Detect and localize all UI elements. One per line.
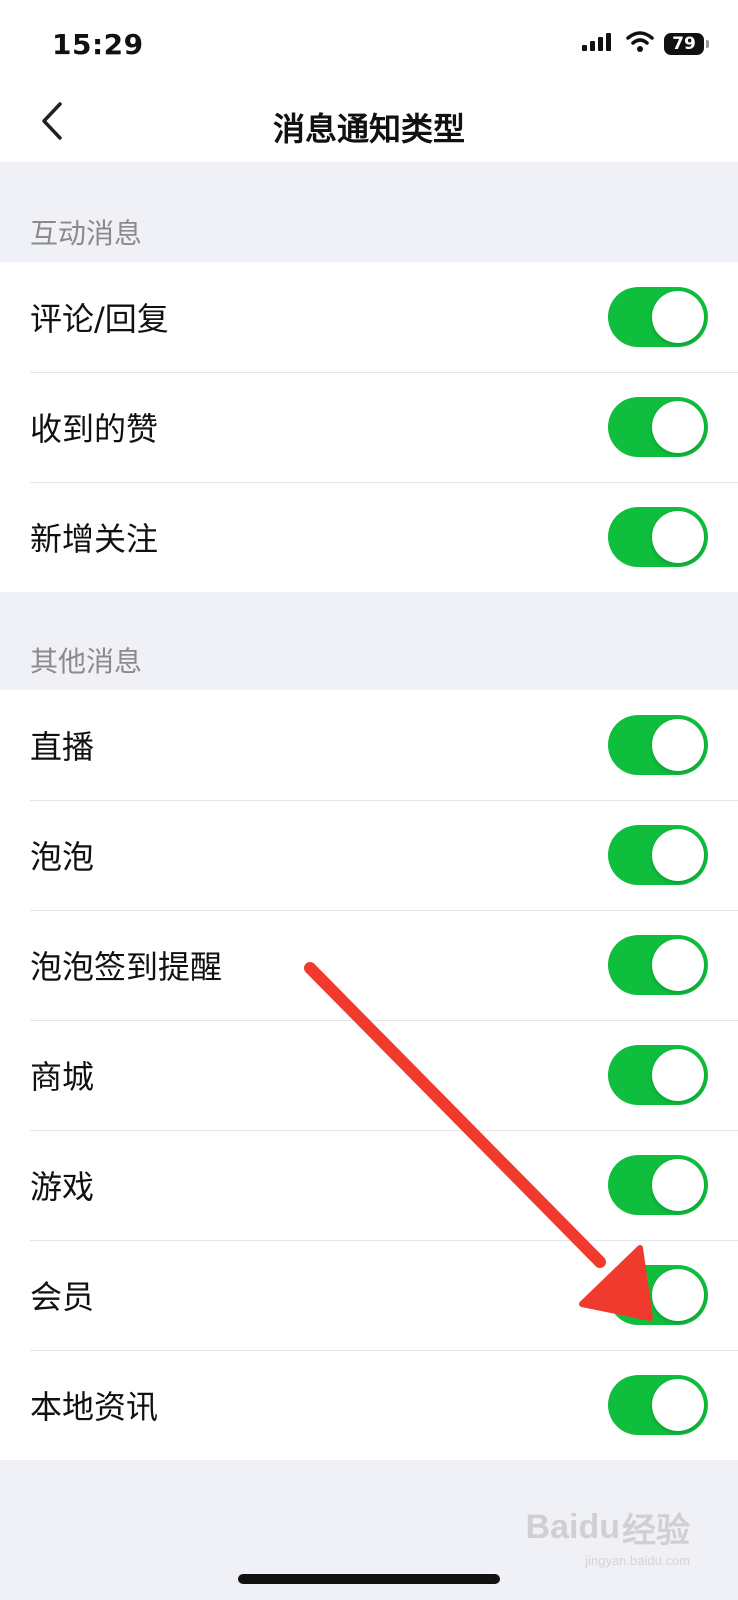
setting-row-comment-reply: 评论/回复 (0, 262, 738, 372)
setting-label: 泡泡签到提醒 (30, 948, 223, 986)
home-indicator[interactable] (238, 1574, 500, 1584)
toggle-knob (652, 939, 704, 991)
settings-group-interaction: 评论/回复 收到的赞 新增关注 (0, 262, 738, 592)
setting-row-new-followers: 新增关注 (0, 482, 738, 592)
wifi-icon (626, 31, 654, 57)
toggle-switch[interactable] (608, 825, 708, 885)
setting-label: 会员 (30, 1278, 95, 1316)
toggle-knob (652, 401, 704, 453)
setting-row-games: 游戏 (0, 1130, 738, 1240)
settings-group-other: 直播 泡泡 泡泡签到提醒 商城 游戏 会员 本地资讯 (0, 690, 738, 1460)
setting-row-bubble-checkin: 泡泡签到提醒 (0, 910, 738, 1020)
setting-label: 商城 (30, 1058, 95, 1096)
signal-icon (582, 31, 616, 57)
toggle-switch[interactable] (608, 1265, 708, 1325)
section-header-other: 其他消息 (30, 645, 143, 678)
setting-label: 收到的赞 (30, 410, 159, 448)
watermark-logo: Baidu 经验 (526, 1503, 690, 1552)
toggle-switch[interactable] (608, 397, 708, 457)
setting-row-local-news: 本地资讯 (0, 1350, 738, 1460)
watermark-suffix: 经验 (622, 1512, 690, 1550)
navigation-bar: 消息通知类型 (0, 86, 738, 162)
setting-row-likes: 收到的赞 (0, 372, 738, 482)
toggle-knob (652, 719, 704, 771)
toggle-switch[interactable] (608, 507, 708, 567)
toggle-switch[interactable] (608, 1155, 708, 1215)
setting-row-bubble: 泡泡 (0, 800, 738, 910)
toggle-switch[interactable] (608, 715, 708, 775)
toggle-knob (652, 1049, 704, 1101)
watermark-url: jingyan.baidu.com (585, 1553, 690, 1568)
status-time: 15:29 (52, 28, 144, 61)
toggle-knob (652, 291, 704, 343)
toggle-switch[interactable] (608, 287, 708, 347)
toggle-switch[interactable] (608, 1045, 708, 1105)
watermark-brand: Baidu (525, 1508, 620, 1546)
toggle-switch[interactable] (608, 935, 708, 995)
status-icons: 79 (582, 30, 709, 58)
toggle-knob (652, 511, 704, 563)
toggle-knob (652, 1269, 704, 1321)
setting-label: 泡泡 (30, 838, 95, 876)
section-header-interaction: 互动消息 (30, 217, 143, 250)
setting-label: 游戏 (30, 1168, 95, 1206)
toggle-knob (652, 1159, 704, 1211)
page-title: 消息通知类型 (272, 110, 465, 148)
toggle-switch[interactable] (608, 1375, 708, 1435)
setting-label: 新增关注 (30, 520, 159, 558)
setting-label: 直播 (30, 728, 95, 766)
setting-row-live: 直播 (0, 690, 738, 800)
setting-row-mall: 商城 (0, 1020, 738, 1130)
setting-label: 评论/回复 (30, 300, 169, 338)
battery-icon: 79 (664, 33, 709, 55)
setting-row-membership: 会员 (0, 1240, 738, 1350)
status-bar: 15:29 79 (0, 0, 738, 86)
setting-label: 本地资讯 (30, 1388, 159, 1426)
toggle-knob (652, 1379, 704, 1431)
toggle-knob (652, 829, 704, 881)
